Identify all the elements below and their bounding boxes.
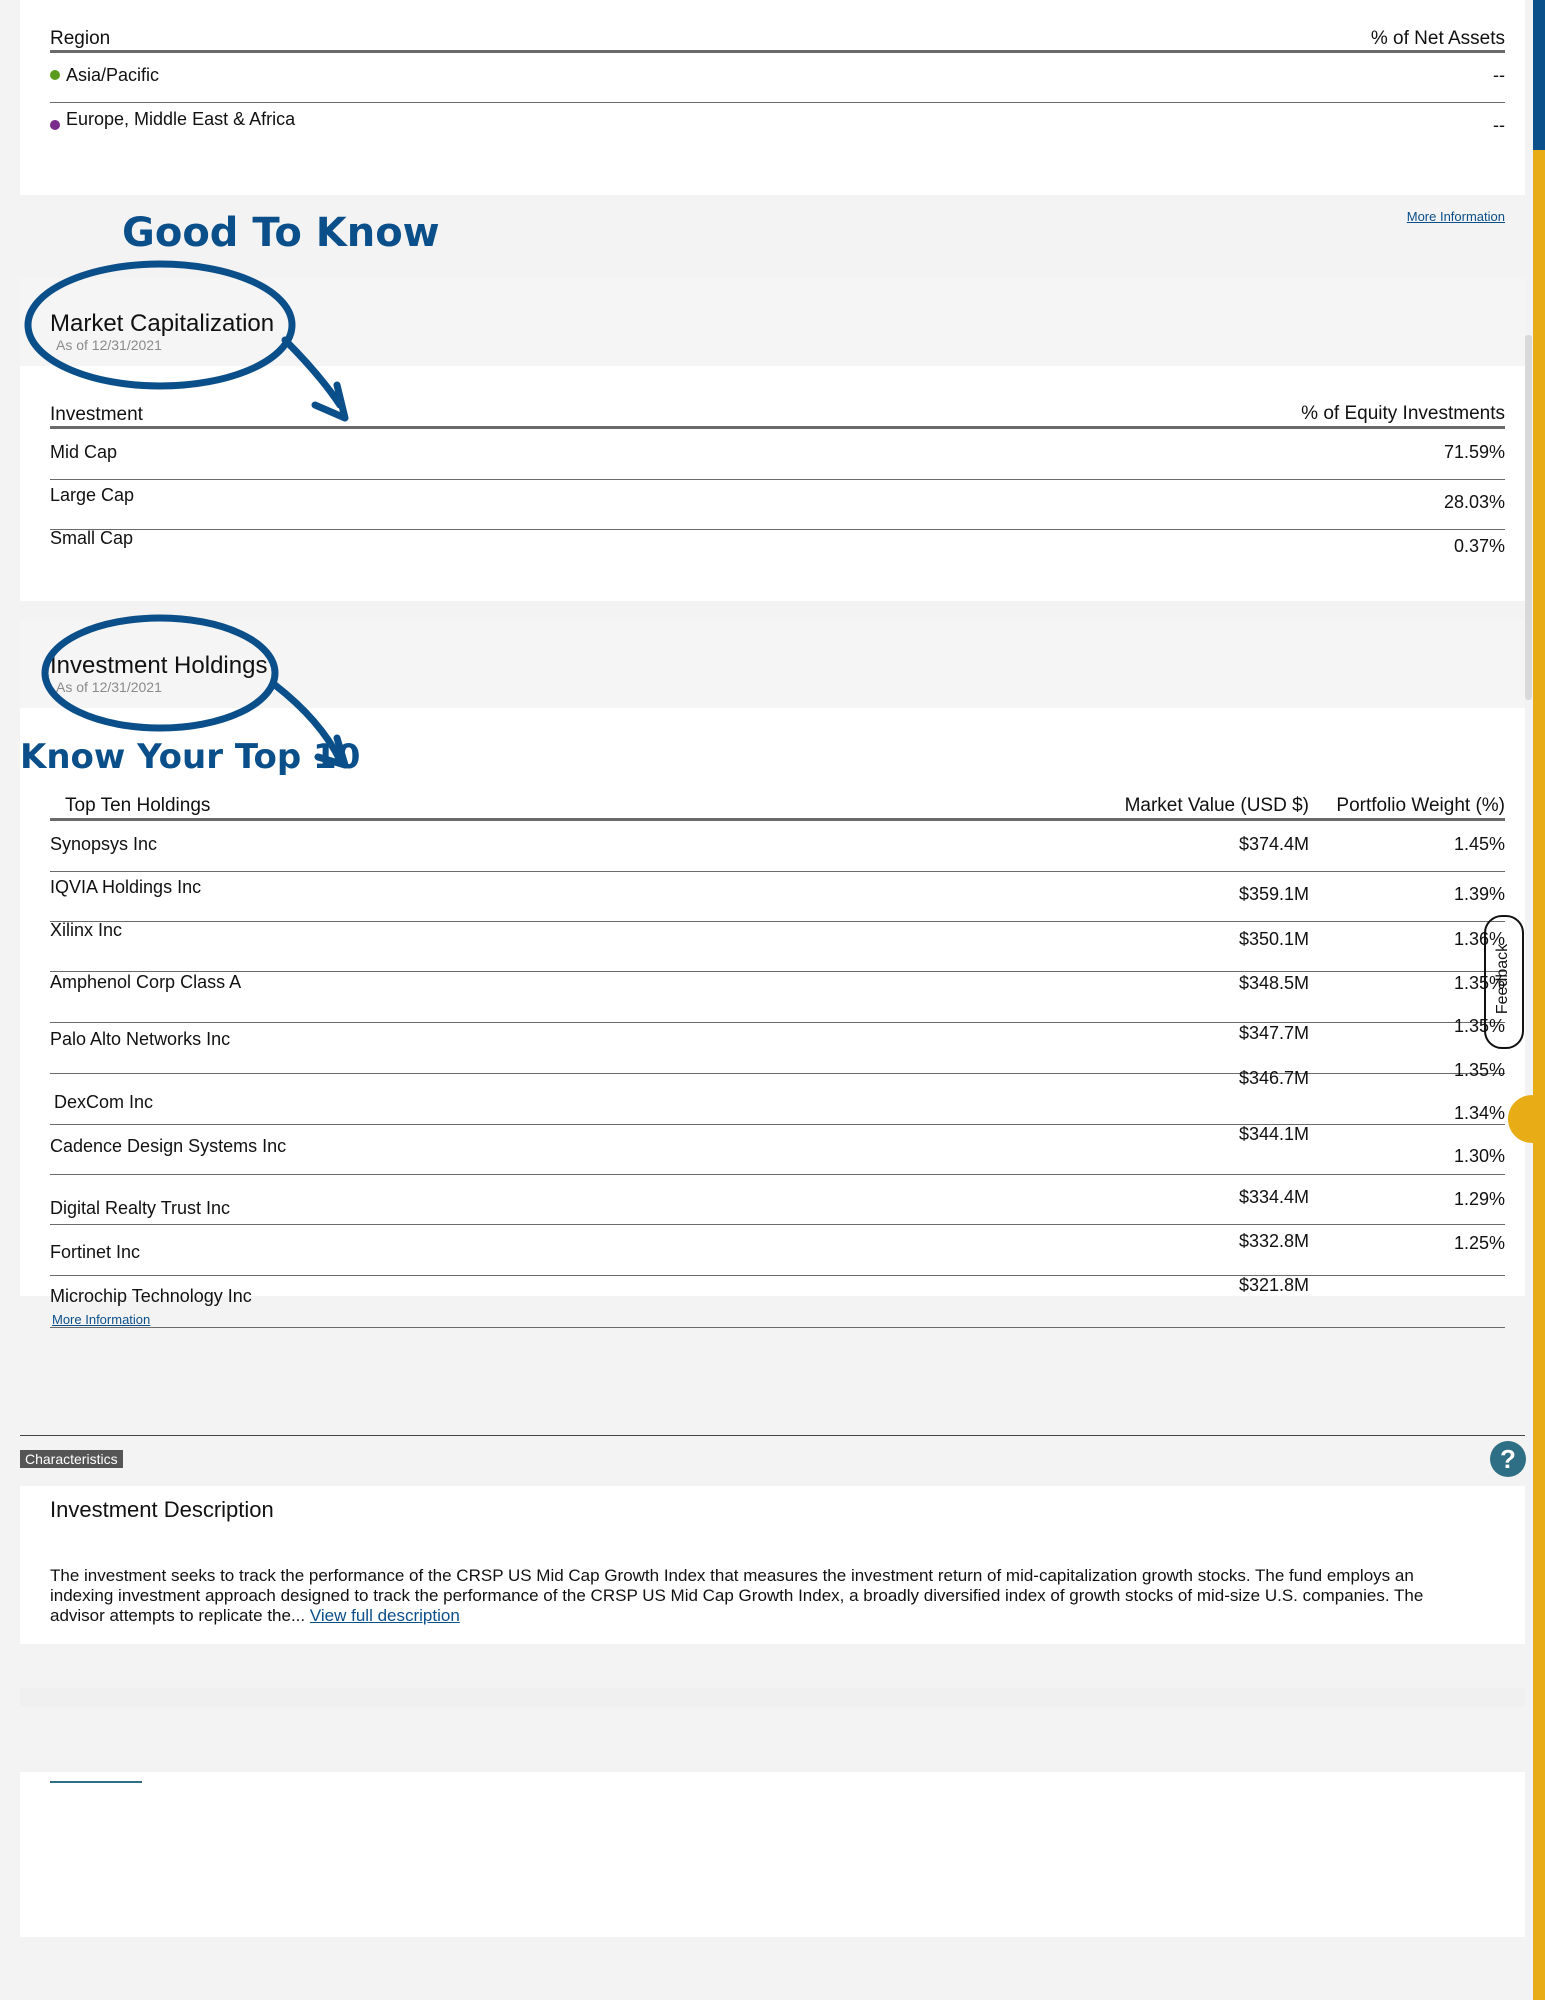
holdings-arrow-annotation <box>271 681 344 764</box>
market-cap-circle-annotation <box>24 260 296 390</box>
annotation-overlay <box>24 260 349 769</box>
holdings-circle-annotation <box>41 614 279 732</box>
market-cap-arrow-annotation <box>281 336 344 409</box>
